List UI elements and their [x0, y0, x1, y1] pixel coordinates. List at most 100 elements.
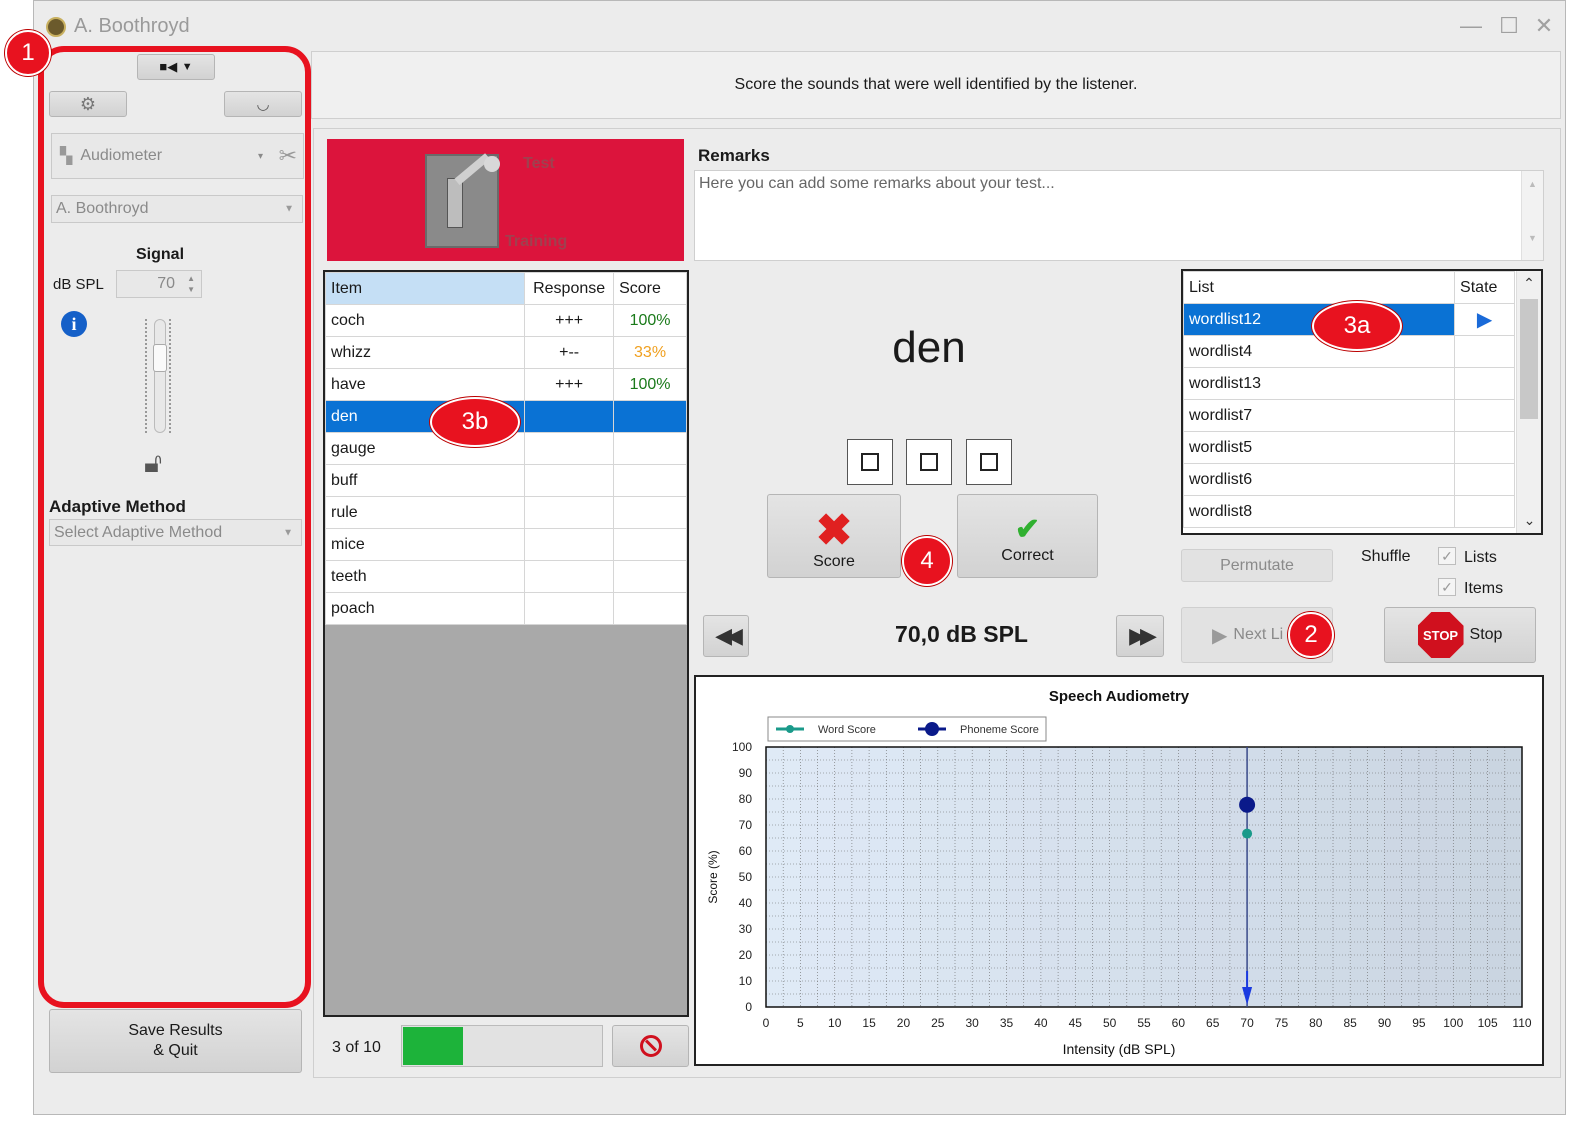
- scrollbar-thumb[interactable]: [1520, 299, 1538, 419]
- table-row[interactable]: mice: [324, 528, 687, 561]
- save-quit-button[interactable]: Save Results & Quit: [49, 1009, 302, 1073]
- red-x-icon: ✖: [815, 506, 853, 555]
- speech-audiometry-chart: 0 5 10 15 20 25 30 35 40 45 50 55 60 65 70 75 80 85 90 95 10…: [706, 688, 1532, 1057]
- title-bar: A. Boothroyd — ☐ ✕: [34, 1, 1565, 51]
- x-tick-label: 100: [1443, 1016, 1463, 1030]
- score-button-label: Score: [813, 553, 855, 570]
- y-tick-label: 100: [732, 740, 752, 754]
- list-item[interactable]: wordlist6: [1183, 463, 1515, 496]
- shuffle-lists-checkbox[interactable]: ✓: [1438, 547, 1456, 565]
- training-label: Training: [505, 233, 568, 250]
- y-tick-label: 20: [739, 948, 753, 962]
- remarks-scrollbar[interactable]: ▲ ▼: [1521, 171, 1543, 260]
- response-cell: [524, 464, 615, 497]
- test-training-switch[interactable]: Test Training: [327, 139, 684, 261]
- list-state-cell: [1454, 367, 1515, 400]
- shuffle-lists-label: Lists: [1464, 549, 1497, 566]
- fast-forward-icon: ▶▶: [1129, 623, 1157, 648]
- x-tick-label: 35: [1000, 1016, 1014, 1030]
- x-tick-label: 15: [862, 1016, 876, 1030]
- items-table-container: Item Response Score coch +++ 100% whizz +-- 3…: [323, 270, 689, 1017]
- table-row[interactable]: whizz +-- 33%: [324, 336, 687, 369]
- y-tick-label: 10: [739, 974, 753, 988]
- table-row[interactable]: have +++ 100%: [324, 368, 687, 401]
- item-cell: teeth: [324, 560, 526, 593]
- current-word: den: [892, 323, 966, 372]
- x-tick-label: 25: [931, 1016, 945, 1030]
- x-tick-label: 70: [1240, 1016, 1254, 1030]
- shuffle-items-checkbox[interactable]: ✓: [1438, 578, 1456, 596]
- list-item[interactable]: wordlist8: [1183, 495, 1515, 528]
- annotation-3b: 3b: [430, 397, 520, 447]
- response-cell: +++: [524, 304, 615, 337]
- remarks-textarea[interactable]: Here you can add some remarks about your…: [694, 170, 1544, 261]
- scroll-down-icon[interactable]: ▼: [1522, 233, 1543, 243]
- list-scrollbar[interactable]: ⌃ ⌄: [1516, 271, 1541, 533]
- items-header-score[interactable]: Score: [613, 272, 687, 305]
- phoneme-checkbox-3[interactable]: [966, 439, 1012, 485]
- x-tick-label: 90: [1378, 1016, 1392, 1030]
- y-tick-label: 50: [739, 870, 753, 884]
- x-axis-label: Intensity (dB SPL): [1063, 1041, 1176, 1057]
- annotation-4: 4: [902, 536, 952, 586]
- permutate-button[interactable]: Permutate: [1181, 549, 1333, 582]
- chart-title: Speech Audiometry: [1049, 688, 1190, 705]
- phoneme-checkbox-2[interactable]: [906, 439, 952, 485]
- table-row[interactable]: rule: [324, 496, 687, 529]
- stop-button[interactable]: STOP Stop: [1384, 607, 1536, 663]
- x-tick-label: 85: [1344, 1016, 1358, 1030]
- score-button[interactable]: ✖ Score: [767, 494, 901, 578]
- items-header-item[interactable]: Item: [324, 272, 526, 305]
- x-tick-label: 10: [828, 1016, 842, 1030]
- list-header-state[interactable]: State: [1454, 271, 1515, 304]
- response-cell: [524, 560, 615, 593]
- score-cell: [613, 592, 687, 625]
- response-cell: [524, 432, 615, 465]
- list-state-cell: [1454, 431, 1515, 464]
- item-cell: mice: [324, 528, 526, 561]
- window-title: A. Boothroyd: [74, 15, 190, 37]
- scroll-down-icon[interactable]: ⌄: [1517, 512, 1541, 529]
- level-readout: 70,0 dB SPL: [895, 621, 1028, 647]
- list-item[interactable]: wordlist7: [1183, 399, 1515, 432]
- minimize-icon[interactable]: —: [1458, 13, 1484, 39]
- table-row[interactable]: poach: [324, 592, 687, 625]
- list-item[interactable]: wordlist13: [1183, 367, 1515, 400]
- response-cell: +--: [524, 336, 615, 369]
- left-panel-highlight: [38, 46, 311, 1008]
- response-cell: [524, 592, 615, 625]
- table-row[interactable]: buff: [324, 464, 687, 497]
- scroll-up-icon[interactable]: ⌃: [1517, 275, 1541, 292]
- phoneme-score-point: [1239, 796, 1256, 813]
- clear-button[interactable]: [612, 1025, 689, 1067]
- list-name-cell: wordlist6: [1183, 463, 1456, 496]
- list-state-cell: ▶: [1454, 303, 1515, 336]
- maximize-icon[interactable]: ☐: [1496, 13, 1522, 39]
- scroll-up-icon[interactable]: ▲: [1522, 179, 1543, 189]
- x-tick-label: 0: [763, 1016, 770, 1030]
- playing-state-icon: ▶: [1476, 309, 1493, 331]
- x-tick-label: 45: [1069, 1016, 1083, 1030]
- score-cell: [613, 496, 687, 529]
- decrease-level-button[interactable]: ◀◀: [703, 615, 749, 657]
- close-icon[interactable]: ✕: [1531, 13, 1557, 39]
- correct-button-label: Correct: [1001, 547, 1054, 564]
- list-item[interactable]: wordlist5: [1183, 431, 1515, 464]
- phoneme-checkbox-1[interactable]: [847, 439, 893, 485]
- x-tick-label: 40: [1034, 1016, 1048, 1030]
- list-header-list[interactable]: List: [1183, 271, 1456, 304]
- x-tick-label: 5: [797, 1016, 804, 1030]
- increase-level-button[interactable]: ▶▶: [1116, 615, 1164, 657]
- correct-button[interactable]: ✔ Correct: [957, 494, 1098, 578]
- list-name-cell: wordlist7: [1183, 399, 1456, 432]
- score-cell: [613, 560, 687, 593]
- x-tick-label: 20: [897, 1016, 911, 1030]
- x-tick-label: 50: [1103, 1016, 1117, 1030]
- items-header-response[interactable]: Response: [524, 272, 615, 305]
- score-cell: 100%: [613, 368, 687, 401]
- play-icon: ▶: [1212, 624, 1228, 647]
- table-row[interactable]: coch +++ 100%: [324, 304, 687, 337]
- x-tick-label: 60: [1172, 1016, 1186, 1030]
- table-row[interactable]: teeth: [324, 560, 687, 593]
- y-tick-label: 90: [739, 766, 753, 780]
